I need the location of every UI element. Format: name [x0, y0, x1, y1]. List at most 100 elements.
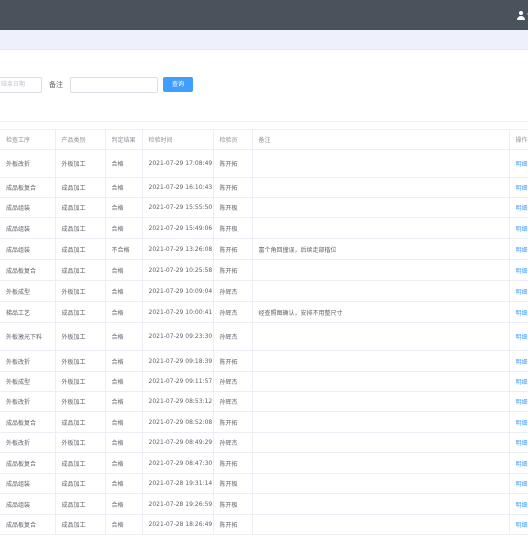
- table-row: 成品板复合 成品加工 合格 2021-07-29 10:25:58 陈开拓 明细: [0, 259, 528, 281]
- cell-category: 成品加工: [55, 197, 106, 218]
- column-header-inspector[interactable]: 检验员: [213, 129, 253, 150]
- cell-category: 外板加工: [55, 432, 106, 453]
- detail-link[interactable]: 明细: [509, 493, 528, 515]
- cell-result: 合格: [105, 149, 143, 178]
- cell-process: 外板改折: [0, 149, 56, 178]
- cell-category: 成品加工: [55, 259, 106, 281]
- cell-process: 成品组装: [0, 238, 56, 260]
- cell-note: 富个角回撞误，后续走部楷位: [252, 238, 510, 260]
- cell-time: 2021-07-29 17:08:49: [142, 149, 214, 178]
- cell-time: 2021-07-29 15:49:06: [142, 217, 214, 239]
- cell-note: [252, 280, 510, 302]
- detail-link[interactable]: 明细: [509, 432, 528, 453]
- tab-bar: [0, 30, 528, 50]
- cell-inspector: 陈开极: [213, 493, 253, 515]
- cell-inspector: 陈开极: [213, 473, 253, 494]
- cell-time: 2021-07-29 08:49:29: [142, 432, 214, 453]
- cell-inspector: 孙辉杰: [213, 322, 253, 351]
- table-row: 成品组装 成品加工 合格 2021-07-28 19:26:59 陈开极 明细: [0, 493, 528, 515]
- table-row: 梯品工艺 成品加工 合格 2021-07-29 10:00:41 孙辉杰 经查照图确认，安…: [0, 301, 528, 323]
- table-row: 外板改折 外板加工 合格 2021-07-29 09:18:39 陈开拓 明细: [0, 350, 528, 372]
- cell-result: 合格: [105, 197, 143, 218]
- cell-result: 合格: [105, 391, 143, 412]
- user-icon: [517, 10, 525, 20]
- query-button[interactable]: 查询: [163, 77, 193, 92]
- user-menu[interactable]: 何: [517, 9, 528, 21]
- cell-result: 合格: [105, 280, 143, 302]
- table-row: 成品板复合 成品加工 合格 2021-07-29 16:10:43 陈开拓 明细: [0, 177, 528, 198]
- cell-category: 成品加工: [55, 217, 106, 239]
- table-row: 外板改折 外板加工 合格 2021-07-29 17:08:49 陈开拓 明细: [0, 149, 528, 178]
- cell-result: 合格: [105, 493, 143, 515]
- detail-link[interactable]: 明细: [509, 217, 528, 239]
- cell-inspector: 孙辉杰: [213, 280, 253, 302]
- cell-inspector: 陈开拓: [213, 411, 253, 433]
- table-row: 外板改折 外板加工 合格 2021-07-29 08:49:29 孙辉杰 明细: [0, 432, 528, 453]
- cell-note: 经查照图确认，安排不用整尺寸: [252, 301, 510, 323]
- cell-category: 成品加工: [55, 238, 106, 260]
- cell-category: 外板加工: [55, 149, 106, 178]
- cell-category: 成品加工: [55, 452, 106, 474]
- table-row: 成品组装 成品加工 合格 2021-07-29 15:55:50 陈开极 明细: [0, 197, 528, 218]
- cell-time: 2021-07-29 13:26:08: [142, 238, 214, 260]
- cell-process: 成品组装: [0, 197, 56, 218]
- cell-inspector: 陈开拓: [213, 238, 253, 260]
- inspection-table: 检查工序 产品类别 判定结果 检验时间 检验员 备注 操作 外板改折 外板加工 合格…: [0, 129, 528, 535]
- cell-note: [252, 371, 510, 392]
- cell-result: 合格: [105, 432, 143, 453]
- detail-link[interactable]: 明细: [509, 301, 528, 323]
- detail-link[interactable]: 明细: [509, 149, 528, 178]
- cell-inspector: 陈开拓: [213, 350, 253, 372]
- cell-time: 2021-07-29 10:00:41: [142, 301, 214, 323]
- column-header-category[interactable]: 产品类别: [55, 129, 106, 150]
- table-row: 外板改折 外板加工 合格 2021-07-29 08:53:12 孙辉杰 明细: [0, 391, 528, 412]
- table-row: 成品组装 成品加工 不合格 2021-07-29 13:26:08 陈开拓 富个角回撞误，…: [0, 238, 528, 260]
- cell-result: 合格: [105, 177, 143, 198]
- detail-link[interactable]: 明细: [509, 238, 528, 260]
- cell-process: 成品板复合: [0, 177, 56, 198]
- column-header-time[interactable]: 检验时间: [142, 129, 214, 150]
- detail-link[interactable]: 明细: [509, 322, 528, 351]
- column-header-result[interactable]: 判定结果: [105, 129, 143, 150]
- detail-link[interactable]: 明细: [509, 177, 528, 198]
- cell-note: [252, 322, 510, 351]
- detail-link[interactable]: 明细: [509, 259, 528, 281]
- cell-time: 2021-07-29 16:10:43: [142, 177, 214, 198]
- column-header-note[interactable]: 备注: [252, 129, 510, 150]
- detail-link[interactable]: 明细: [509, 391, 528, 412]
- note-input[interactable]: [70, 77, 158, 93]
- cell-time: 2021-07-29 08:47:30: [142, 452, 214, 474]
- column-header-action: 操作: [509, 129, 528, 150]
- table-row: 成品板复合 成品加工 合格 2021-07-29 08:47:30 陈开拓 明细: [0, 452, 528, 474]
- detail-link[interactable]: 明细: [509, 197, 528, 218]
- cell-result: 不合格: [105, 238, 143, 260]
- detail-link[interactable]: 明细: [509, 280, 528, 302]
- cell-time: 2021-07-29 15:55:50: [142, 197, 214, 218]
- end-date-input[interactable]: 结束日期: [0, 77, 42, 93]
- table-row: 成品组装 成品加工 合格 2021-07-28 19:31:14 陈开极 明细: [0, 473, 528, 494]
- detail-link[interactable]: 明细: [509, 371, 528, 392]
- cell-note: [252, 473, 510, 494]
- filter-bar: 结束日期 备注 查询: [0, 77, 528, 93]
- column-header-process[interactable]: 检查工序: [0, 129, 56, 150]
- cell-note: [252, 149, 510, 178]
- table-row: 成品板复合 成品加工 合格 2021-07-29 08:52:08 陈开拓 明细: [0, 411, 528, 433]
- cell-category: 成品加工: [55, 473, 106, 494]
- cell-inspector: 孙辉杰: [213, 371, 253, 392]
- cell-note: [252, 259, 510, 281]
- cell-result: 合格: [105, 514, 143, 535]
- top-bar: 何: [0, 0, 528, 30]
- cell-process: 外板成型: [0, 280, 56, 302]
- detail-link[interactable]: 明细: [509, 452, 528, 474]
- detail-link[interactable]: 明细: [509, 350, 528, 372]
- detail-link[interactable]: 明细: [509, 514, 528, 535]
- cell-category: 成品加工: [55, 177, 106, 198]
- cell-category: 外板加工: [55, 350, 106, 372]
- cell-note: [252, 514, 510, 535]
- cell-inspector: 陈开拓: [213, 149, 253, 178]
- cell-process: 外板改折: [0, 391, 56, 412]
- cell-category: 外板加工: [55, 391, 106, 412]
- cell-process: 成品组装: [0, 493, 56, 515]
- detail-link[interactable]: 明细: [509, 473, 528, 494]
- detail-link[interactable]: 明细: [509, 411, 528, 433]
